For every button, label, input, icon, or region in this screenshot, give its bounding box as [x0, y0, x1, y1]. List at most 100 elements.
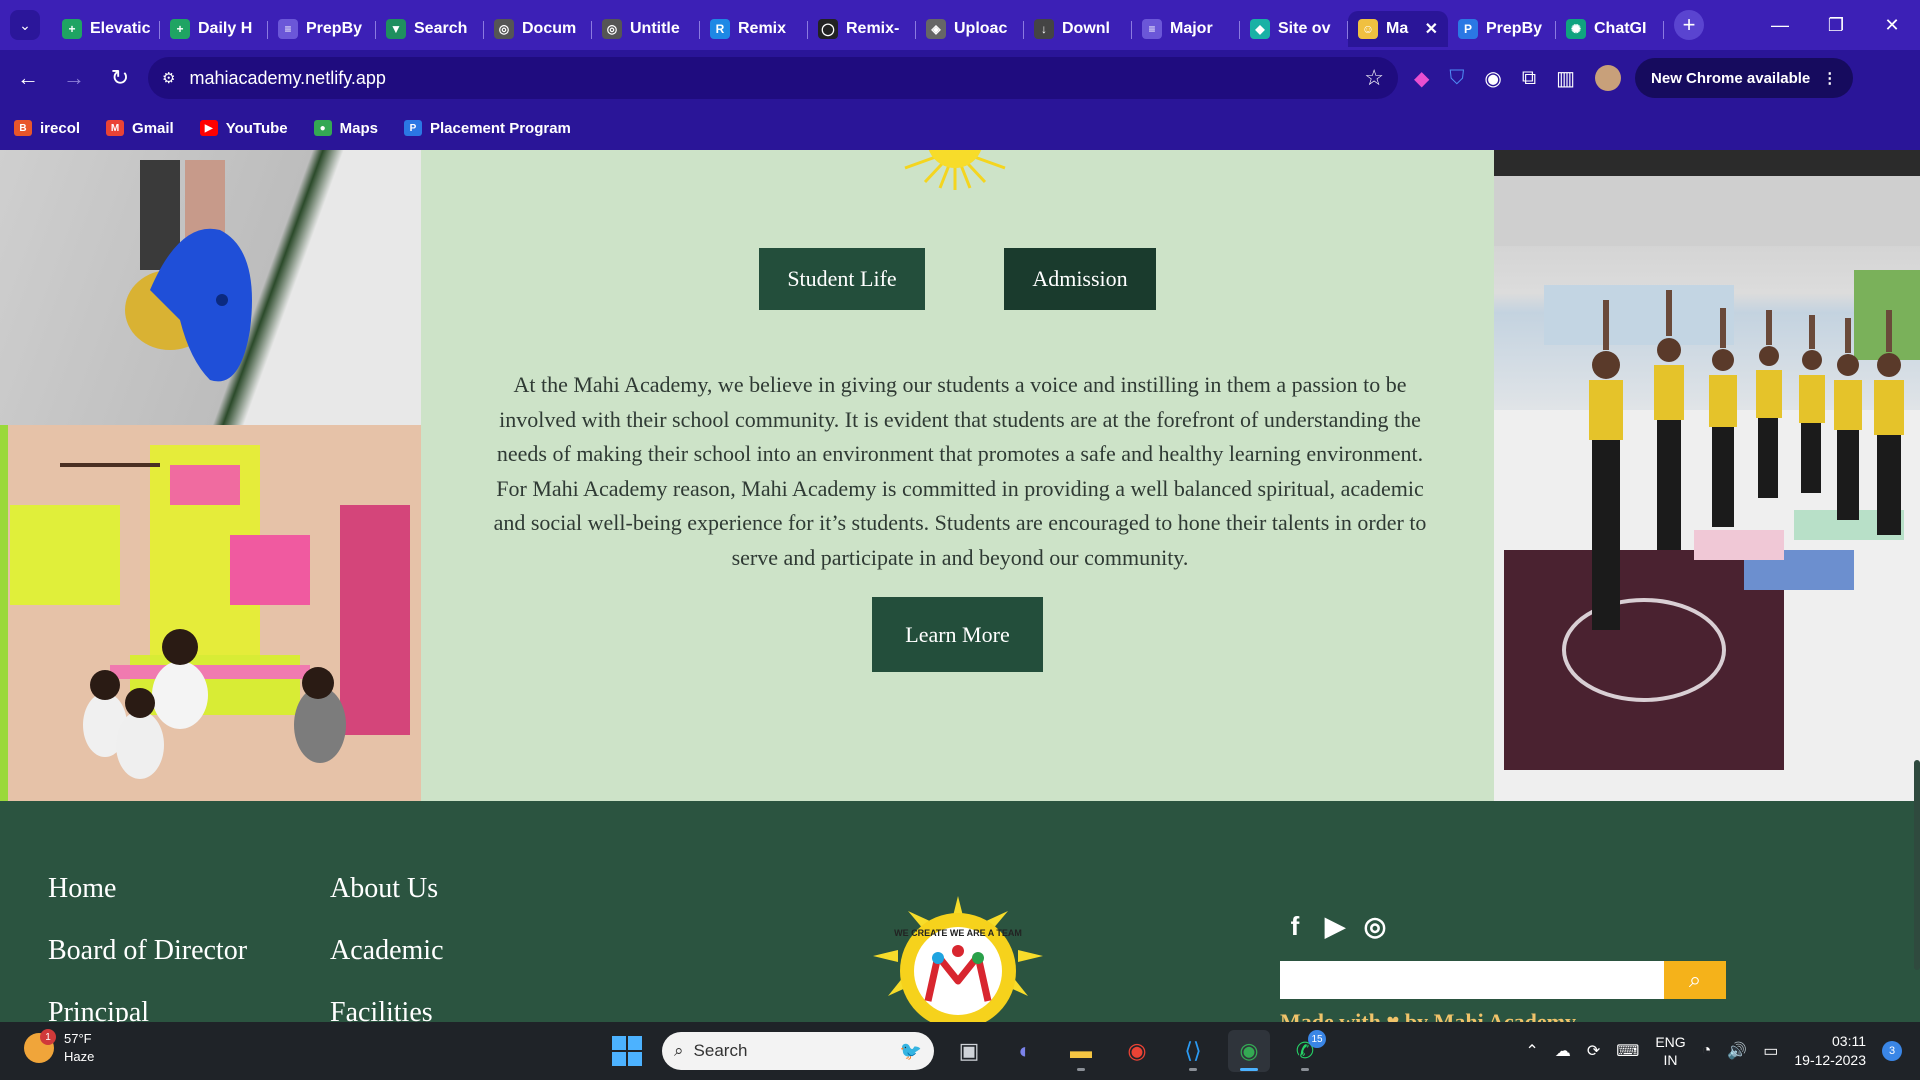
tab-search-icon[interactable]: ⌄ — [10, 10, 40, 40]
tab-1[interactable]: + Daily H — [160, 11, 268, 47]
keyboard-icon[interactable]: ⌨ — [1616, 1041, 1639, 1061]
tab-label: Remix — [738, 20, 787, 37]
file-explorer-icon[interactable]: ▬ — [1060, 1030, 1102, 1072]
tab-label: Remix- — [846, 20, 900, 37]
tab-strip: + Elevatic + Daily H ≡ PrepBy ▼ Search ◎ Docum ◎ Un… — [52, 0, 1664, 50]
tab-12[interactable]: ☺ Ma ✕ — [1348, 11, 1448, 47]
page-scrollbar[interactable] — [1914, 760, 1920, 970]
color-extension-icon[interactable]: ◆ — [1414, 66, 1429, 91]
chevron-up-icon[interactable]: ⌃ — [1525, 1041, 1538, 1061]
vercel-icon: ▼ — [386, 19, 406, 39]
pb-icon: P — [1458, 19, 1478, 39]
tab-5[interactable]: ◎ Untitle — [592, 11, 700, 47]
restore-icon[interactable]: ❐ — [1808, 0, 1864, 50]
close-window-icon[interactable]: ✕ — [1864, 0, 1920, 50]
weather-widget[interactable]: 1 57°F Haze — [24, 1029, 94, 1066]
photo-library-kids — [0, 425, 421, 801]
address-bar[interactable]: ⚙ mahiacademy.netlify.app ☆ — [148, 57, 1398, 99]
tab-label: Docum — [522, 20, 577, 37]
system-tray: ⌃ ☁ ⟳ ⌨ ENG IN ◔ 🔊 ▭ 03:11 19-12-2023 3 — [1525, 1022, 1902, 1080]
admission-button[interactable]: Admission — [1004, 248, 1156, 310]
about-paragraph: At the Mahi Academy, we believe in givin… — [493, 372, 1427, 570]
whatsapp-icon[interactable]: ✆ 15 — [1284, 1030, 1326, 1072]
tab-8[interactable]: ◈ Uploac — [916, 11, 1024, 47]
tab-label: Ma — [1386, 20, 1409, 37]
footer-link-about[interactable]: About Us — [330, 873, 438, 905]
tab-13[interactable]: P PrepBy — [1448, 11, 1556, 47]
url-text[interactable]: mahiacademy.netlify.app — [189, 68, 1364, 89]
extensions-puzzle-icon[interactable]: ⧉ — [1522, 67, 1536, 90]
new-tab-button[interactable]: + — [1674, 10, 1704, 40]
teams-chat-icon[interactable]: ◐ — [1004, 1030, 1046, 1072]
footer-link-home[interactable]: Home — [48, 873, 116, 905]
close-tab-icon[interactable]: ✕ — [1425, 19, 1438, 39]
back-icon[interactable]: ← — [10, 60, 46, 96]
globe-icon: ◎ — [602, 19, 622, 39]
windows-start-icon[interactable] — [606, 1030, 648, 1072]
yoga-illustration — [1494, 150, 1920, 801]
instagram-icon[interactable]: ◎ — [1360, 911, 1390, 941]
tab-0[interactable]: + Elevatic — [52, 11, 160, 47]
kid-rocker-illustration — [125, 160, 252, 382]
bookmark-star-icon[interactable]: ☆ — [1364, 65, 1384, 91]
footer-link-facilities[interactable]: Facilities — [330, 997, 433, 1022]
footer-link-principal[interactable]: Principal — [48, 997, 149, 1022]
bookmark-2[interactable]: ▶ YouTube — [199, 120, 288, 137]
sync-icon[interactable]: ⟳ — [1587, 1041, 1600, 1061]
tab-label: Daily H — [198, 20, 253, 37]
minimize-icon[interactable]: — — [1752, 0, 1808, 50]
battery-icon[interactable]: ▭ — [1763, 1041, 1778, 1061]
student-life-button[interactable]: Student Life — [759, 248, 925, 310]
tab-10[interactable]: ≡ Major — [1132, 11, 1240, 47]
volume-icon[interactable]: 🔊 — [1727, 1041, 1747, 1061]
bookmark-label: Gmail — [132, 119, 174, 137]
extensions-area: ◆ ⛉ ◉ ⧉ ▥ — [1414, 65, 1622, 91]
search-icon[interactable]: ⌕ — [1664, 961, 1726, 999]
taskbar-search[interactable]: ⌕ Search 🐦 — [662, 1032, 934, 1070]
notification-count[interactable]: 3 — [1882, 1041, 1902, 1061]
cloud-icon[interactable]: ☁ — [1555, 1041, 1571, 1061]
kebab-menu-icon: ⋮ — [1822, 70, 1838, 87]
tab-9[interactable]: ↓ Downl — [1024, 11, 1132, 47]
task-view-icon[interactable]: ▣ — [948, 1030, 990, 1072]
tab-label: Uploac — [954, 20, 1008, 37]
shield-extension-icon[interactable]: ⛉ — [1449, 67, 1464, 90]
tab-14[interactable]: ✺ ChatGI — [1556, 11, 1664, 47]
maps-icon: ● — [313, 120, 332, 136]
browser-tab-bar: ⌄ + Elevatic + Daily H ≡ PrepBy ▼ Search ◎ Docum ◎… — [0, 0, 1920, 50]
facebook-icon[interactable]: f — [1280, 911, 1310, 941]
browser-toolbar: ← → ↻ ⚙ mahiacademy.netlify.app ☆ ◆ ⛉ ◉ … — [0, 50, 1920, 106]
tab-11[interactable]: ◆ Site ov — [1240, 11, 1348, 47]
footer-link-academic[interactable]: Academic — [330, 935, 444, 967]
profile-avatar[interactable] — [1595, 65, 1622, 91]
globe-icon: ◎ — [494, 19, 514, 39]
chrome-icon[interactable]: ◉ — [1116, 1030, 1158, 1072]
clock[interactable]: 03:11 19-12-2023 — [1794, 1032, 1866, 1070]
bookmark-0[interactable]: Birecol — [14, 120, 80, 137]
tab-4[interactable]: ◎ Docum — [484, 11, 592, 47]
tab-7[interactable]: ◯ Remix- — [808, 11, 916, 47]
forward-icon[interactable]: → — [56, 60, 92, 96]
learn-more-button[interactable]: Learn More — [872, 597, 1043, 672]
footer-link-board[interactable]: Board of Director — [48, 935, 247, 967]
tab-2[interactable]: ≡ PrepBy — [268, 11, 376, 47]
youtube-icon[interactable]: ▶ — [1320, 911, 1350, 941]
language-code: ENG — [1655, 1034, 1686, 1050]
tab-3[interactable]: ▼ Search — [376, 11, 484, 47]
vscode-icon[interactable]: ⟨⟩ — [1172, 1030, 1214, 1072]
side-panel-icon[interactable]: ▥ — [1556, 66, 1575, 91]
camera-extension-icon[interactable]: ◉ — [1484, 66, 1501, 91]
chrome-active-icon[interactable]: ◉ — [1228, 1030, 1270, 1072]
bookmark-3[interactable]: ● Maps — [313, 120, 378, 137]
language-indicator[interactable]: ENG IN — [1655, 1033, 1685, 1069]
footer-search-input[interactable] — [1280, 961, 1664, 999]
tab-6[interactable]: R Remix — [700, 11, 808, 47]
chrome-update-button[interactable]: New Chrome available ⋮ — [1635, 58, 1854, 98]
taskbar-search-label: Search — [693, 1041, 748, 1060]
bookmark-1[interactable]: M Gmail — [106, 120, 174, 137]
bookmark-4[interactable]: P Placement Program — [404, 120, 571, 137]
site-info-icon[interactable]: ⚙ — [162, 69, 175, 87]
reload-icon[interactable]: ↻ — [102, 60, 138, 96]
wifi-icon[interactable]: ◔ — [1702, 1042, 1712, 1060]
footer-search: ⌕ — [1280, 961, 1726, 999]
